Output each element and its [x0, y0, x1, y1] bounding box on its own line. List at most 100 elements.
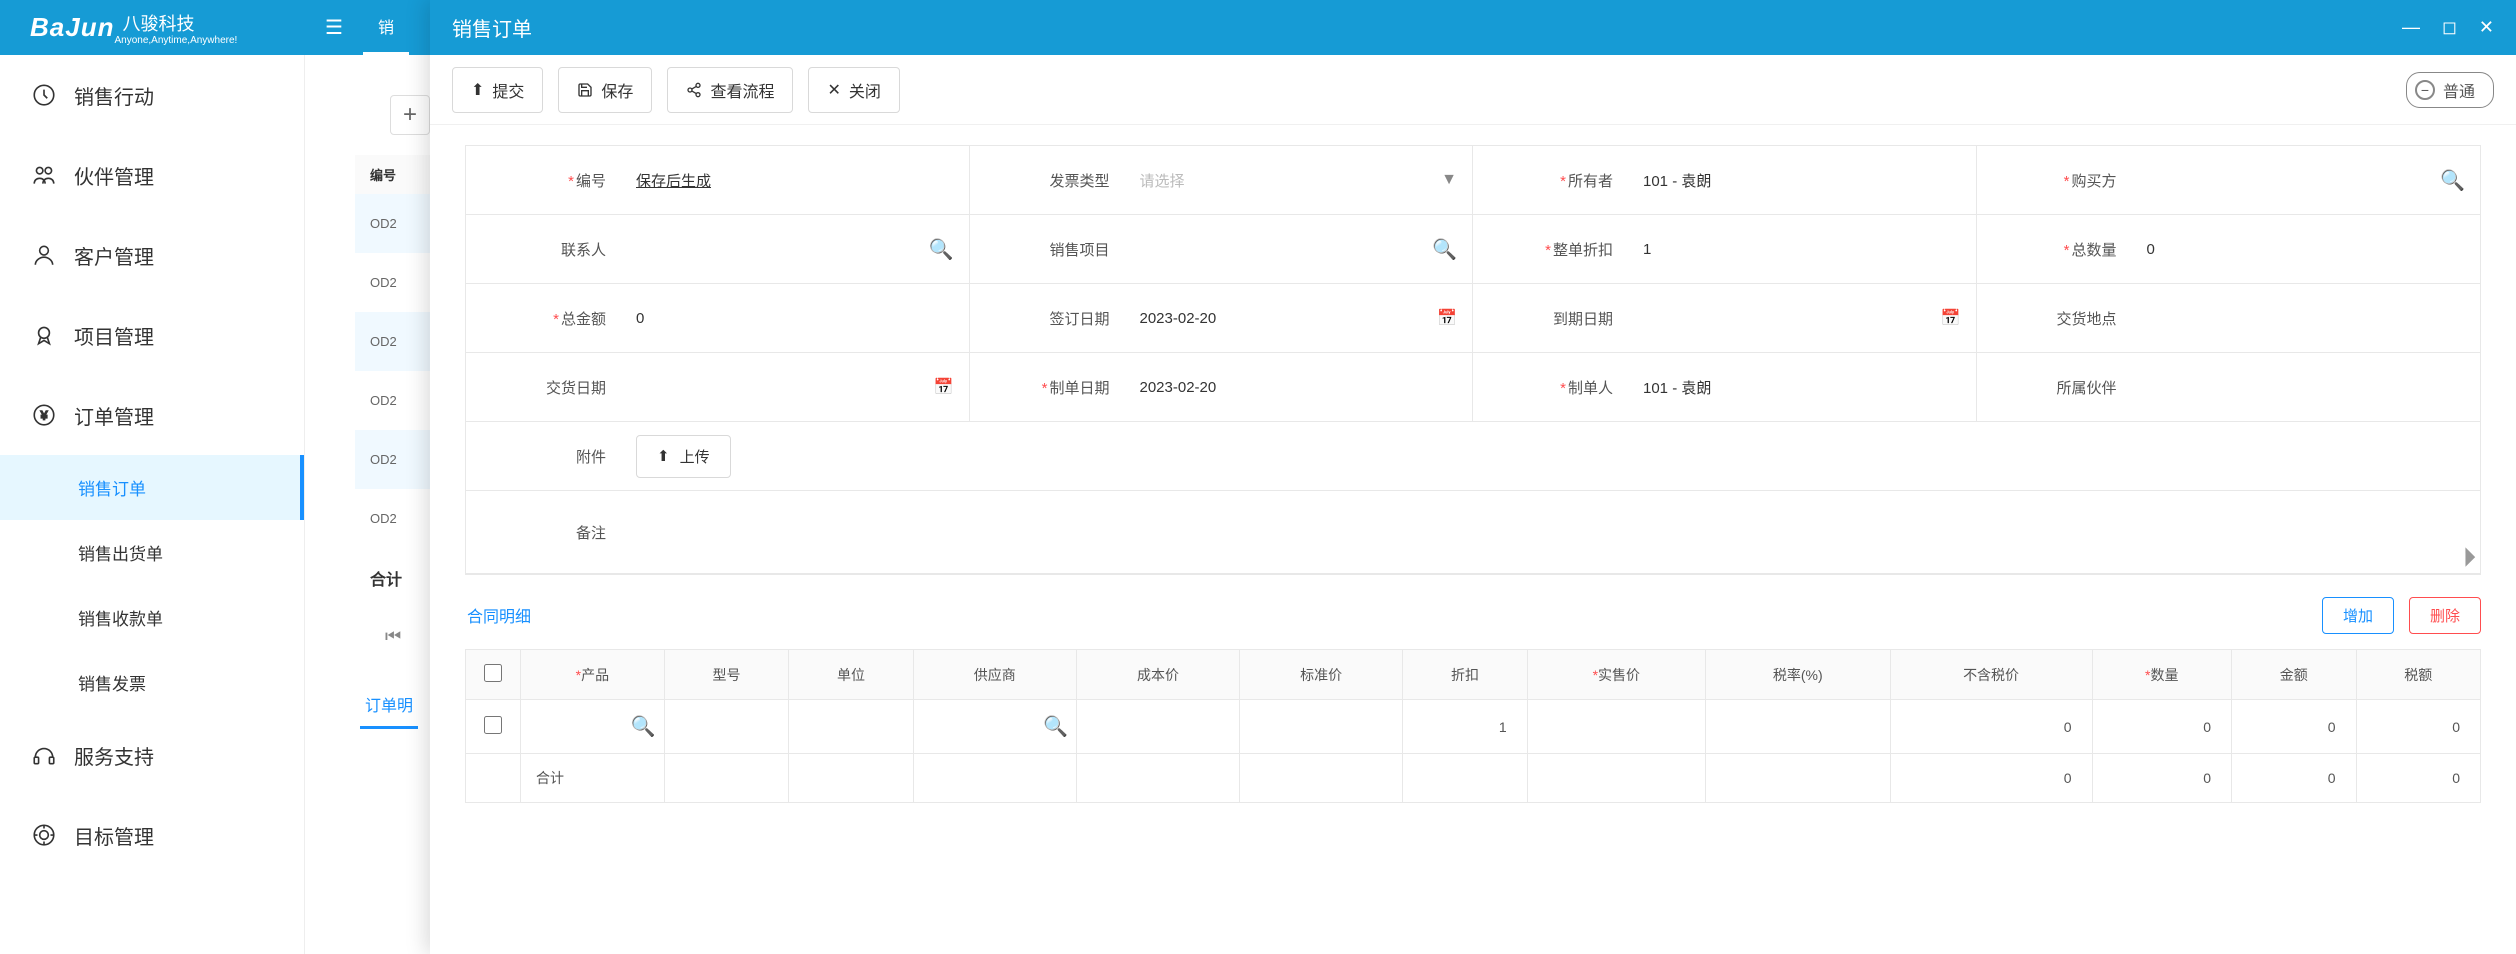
- cell-price[interactable]: [1527, 700, 1705, 754]
- date-sign[interactable]: 2023-02-20📅: [1125, 284, 1474, 352]
- add-button[interactable]: +: [390, 95, 430, 135]
- button-label: 查看流程: [710, 78, 774, 102]
- select-all-checkbox[interactable]: [484, 664, 502, 682]
- label-total-amount: 总金额: [561, 311, 606, 328]
- project-icon: [30, 321, 58, 349]
- cell-unit[interactable]: [789, 700, 913, 754]
- col-product: 产品: [521, 650, 665, 700]
- detail-tab[interactable]: 订单明: [360, 682, 418, 729]
- type-badge[interactable]: − 普通: [2406, 72, 2494, 108]
- upload-button[interactable]: ⬆ 上传: [636, 435, 731, 478]
- picker-buyer[interactable]: 🔍: [2132, 146, 2481, 214]
- label-delivery-place: 交货地点: [2056, 311, 2116, 328]
- sidebar: 销售行动 伙伴管理 客户管理 项目管理 ¥ 订单管理 销售订单 销售出货单 销售…: [0, 55, 305, 954]
- label-partner: 所属伙伴: [2056, 380, 2116, 397]
- label-sign-date: 签订日期: [1049, 311, 1109, 328]
- nav-sub-sales-order[interactable]: 销售订单: [0, 455, 304, 520]
- value-total-amount: 0: [636, 310, 644, 327]
- cell-tax: 0: [2356, 700, 2481, 754]
- value-creator: 101 - 袁朗: [1643, 377, 1711, 398]
- nav-label: 客户管理: [74, 241, 154, 270]
- nav-partner[interactable]: 伙伴管理: [0, 135, 304, 215]
- nav-label: 销售行动: [74, 81, 154, 110]
- nav-sub-shipment[interactable]: 销售出货单: [0, 520, 304, 585]
- date-delivery[interactable]: 📅: [621, 353, 970, 421]
- button-label: 保存: [601, 78, 633, 102]
- search-icon: 🔍: [2440, 168, 2465, 193]
- close-button[interactable]: ✕ 关闭: [808, 67, 899, 113]
- picker-contact[interactable]: 🔍: [621, 215, 970, 283]
- col-discount: 折扣: [1403, 650, 1527, 700]
- maximize-icon[interactable]: ◻: [2442, 17, 2457, 38]
- add-line-button[interactable]: 增加: [2322, 597, 2394, 634]
- nav-service[interactable]: 服务支持: [0, 715, 304, 795]
- nav-label: 项目管理: [74, 321, 154, 350]
- svg-text:¥: ¥: [40, 408, 48, 422]
- customer-icon: [30, 241, 58, 269]
- placeholder-text: 请选择: [1140, 170, 1185, 191]
- input-delivery-place[interactable]: [2132, 284, 2481, 352]
- label-owner: 所有者: [1568, 173, 1613, 190]
- cell-amount: 0: [2232, 700, 2356, 754]
- cell-taxrate[interactable]: [1705, 700, 1890, 754]
- detail-tab-contract[interactable]: 合同明细: [465, 598, 533, 634]
- label-number: 编号: [576, 173, 606, 190]
- cell-std[interactable]: [1240, 700, 1403, 754]
- label-buyer: 购买方: [2071, 173, 2116, 190]
- close-icon[interactable]: ✕: [2479, 17, 2494, 38]
- cell-discount[interactable]: 1: [1403, 700, 1527, 754]
- select-invoice-type[interactable]: 请选择 ▼: [1125, 146, 1474, 214]
- modal-header: 销售订单 — ◻ ✕: [430, 0, 2516, 55]
- delete-line-button[interactable]: 删除: [2409, 597, 2481, 634]
- nav-sub-invoice[interactable]: 销售发票: [0, 650, 304, 715]
- nav-target[interactable]: 目标管理: [0, 795, 304, 875]
- col-model: 型号: [664, 650, 788, 700]
- nav-order[interactable]: ¥ 订单管理: [0, 375, 304, 455]
- cell-model[interactable]: [664, 700, 788, 754]
- button-label: 提交: [492, 78, 524, 102]
- cell-qty[interactable]: 0: [2092, 700, 2232, 754]
- minus-circle-icon: −: [2415, 80, 2435, 100]
- menu-toggle-icon[interactable]: ☰: [325, 15, 343, 40]
- minimize-icon[interactable]: —: [2402, 17, 2420, 38]
- row-checkbox[interactable]: [484, 716, 502, 734]
- form-grid: *编号保存后生成 发票类型请选择▼ *所有者101 - 袁朗 *购买方🔍 联系人…: [465, 145, 2481, 575]
- sum-label: 合计: [521, 754, 665, 803]
- col-notax: 不含税价: [1890, 650, 2092, 700]
- date-due[interactable]: 📅: [1628, 284, 1977, 352]
- cell-cost[interactable]: [1076, 700, 1239, 754]
- value-create-date: 2023-02-20: [1140, 379, 1217, 396]
- nav-sub-receipt[interactable]: 销售收款单: [0, 585, 304, 650]
- input-partner[interactable]: [2132, 353, 2481, 421]
- search-icon[interactable]: 🔍: [631, 716, 656, 738]
- partner-icon: [30, 161, 58, 189]
- dropdown-icon: ▼: [1441, 171, 1457, 189]
- textarea-remark[interactable]: [621, 491, 2480, 573]
- col-cost: 成本价: [1076, 650, 1239, 700]
- col-std: 标准价: [1240, 650, 1403, 700]
- col-tax: 税额: [2356, 650, 2481, 700]
- target-icon: [30, 821, 58, 849]
- submit-button[interactable]: ⬆ 提交: [452, 67, 543, 113]
- picker-project[interactable]: 🔍: [1125, 215, 1474, 283]
- view-flow-button[interactable]: 查看流程: [667, 67, 793, 113]
- detail-table: 产品 型号 单位 供应商 成本价 标准价 折扣 实售价 税率(%) 不含税价 数…: [465, 649, 2481, 803]
- dashboard-icon: [30, 81, 58, 109]
- input-discount[interactable]: 1: [1628, 215, 1977, 283]
- top-tab[interactable]: 销: [363, 0, 409, 55]
- cell-notax[interactable]: 0: [1890, 700, 2092, 754]
- upload-icon: ⬆: [471, 80, 484, 100]
- save-button[interactable]: 保存: [558, 67, 652, 113]
- nav-customer[interactable]: 客户管理: [0, 215, 304, 295]
- search-icon[interactable]: 🔍: [1043, 716, 1068, 738]
- button-label: 上传: [680, 446, 710, 467]
- table-row: 🔍 🔍 1 0 0 0 0: [466, 700, 2481, 754]
- col-unit: 单位: [789, 650, 913, 700]
- save-icon: [577, 82, 593, 98]
- nav-sales-action[interactable]: 销售行动: [0, 55, 304, 135]
- share-icon: [686, 82, 702, 98]
- sum-tax: 0: [2356, 754, 2481, 803]
- modal-sales-order: 销售订单 — ◻ ✕ ⬆ 提交 保存 查看流程: [430, 0, 2516, 954]
- nav-project[interactable]: 项目管理: [0, 295, 304, 375]
- label-creator: 制单人: [1568, 380, 1613, 397]
